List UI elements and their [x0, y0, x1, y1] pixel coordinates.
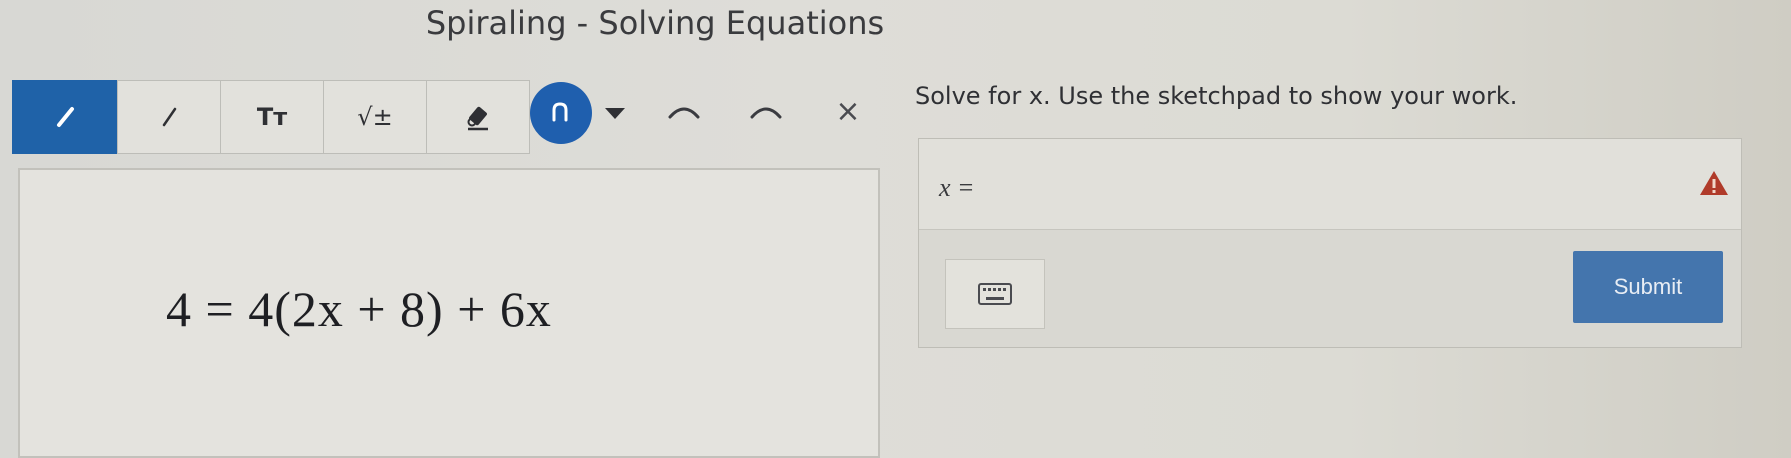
- page-title: Spiraling - Solving Equations: [425, 4, 885, 42]
- undo-icon: [668, 107, 700, 119]
- line-tool-button[interactable]: [117, 80, 221, 154]
- question-prompt: Solve for x. Use the sketchpad to show y…: [915, 82, 1518, 110]
- undo-button[interactable]: [662, 96, 706, 126]
- pen-icon: [57, 107, 74, 127]
- redo-button[interactable]: [744, 96, 788, 126]
- sketchpad-canvas[interactable]: 4 = 4(2x + 8) + 6x: [18, 168, 880, 458]
- color-swatch-button[interactable]: [530, 82, 592, 144]
- text-tool-label: Tт: [256, 103, 288, 131]
- eraser-tool-button[interactable]: [426, 80, 530, 154]
- sketch-toolbar: Tт √±: [12, 80, 530, 154]
- eraser-icon: [467, 106, 488, 131]
- math-tool-button[interactable]: √±: [323, 80, 427, 154]
- line-icon: [162, 107, 177, 127]
- close-icon: ×: [835, 93, 861, 129]
- answer-input[interactable]: [989, 165, 1593, 207]
- pen-tool-button[interactable]: [12, 80, 118, 154]
- keyboard-icon: [978, 283, 1012, 305]
- keyboard-button[interactable]: [945, 259, 1045, 329]
- math-tool-label: √±: [357, 103, 393, 131]
- answer-label: x =: [939, 173, 975, 202]
- equation-text: 4 = 4(2x + 8) + 6x: [166, 281, 552, 337]
- answer-row: x =: [919, 139, 1741, 230]
- text-tool-button[interactable]: Tт: [220, 80, 324, 154]
- redo-icon: [750, 107, 782, 119]
- clear-button[interactable]: ×: [826, 93, 870, 129]
- submit-button[interactable]: Submit: [1573, 251, 1723, 323]
- warning-icon: [1700, 171, 1728, 195]
- pen-stroke-icon: [552, 102, 568, 122]
- chevron-down-icon[interactable]: [604, 106, 626, 120]
- color-picker[interactable]: [530, 82, 626, 144]
- answer-panel: x = Submit: [918, 138, 1742, 348]
